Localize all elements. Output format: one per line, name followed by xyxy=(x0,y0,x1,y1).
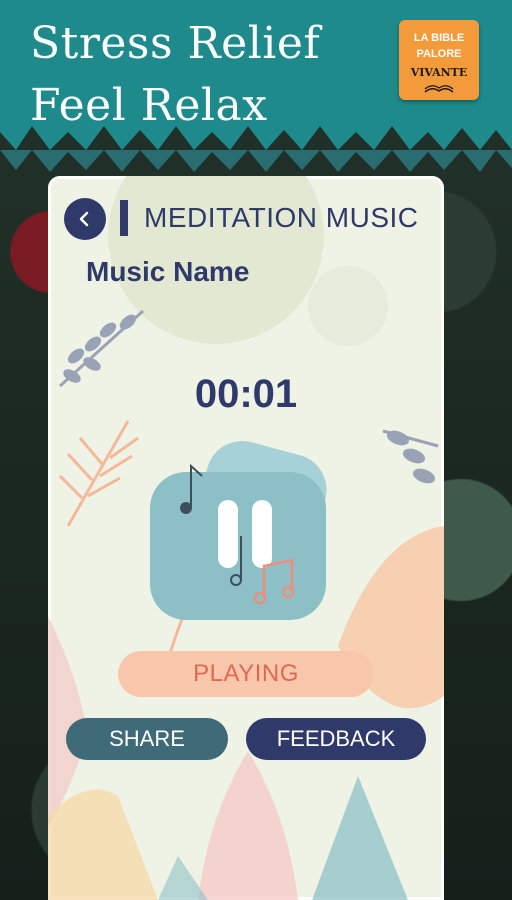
logo-text-3: VIVANTE xyxy=(410,66,468,79)
app-logo: LA BIBLE PALORE VIVANTE xyxy=(399,20,479,100)
elapsed-time: 00:01 xyxy=(194,372,298,416)
back-button[interactable] xyxy=(64,198,106,240)
headline-line-1: Stress Relief xyxy=(30,18,321,69)
share-button[interactable]: SHARE xyxy=(66,718,228,760)
music-name: Music Name xyxy=(86,256,250,287)
headline-line-2: Feel Relax xyxy=(30,80,268,131)
book-icon xyxy=(424,85,454,93)
feedback-button[interactable]: FEEDBACK xyxy=(246,718,426,760)
meditation-player-card: MEDITATION MUSIC Music Name 00:01 PLAYIN… xyxy=(48,176,444,900)
screen-title: MEDITATION MUSIC xyxy=(144,202,419,233)
chevron-left-icon xyxy=(79,211,89,227)
playing-status: PLAYING xyxy=(118,651,374,697)
title-divider xyxy=(120,200,128,236)
logo-text-1: LA BIBLE xyxy=(413,32,465,44)
logo-text-2: PALORE xyxy=(416,48,462,60)
pause-button[interactable] xyxy=(144,426,344,636)
